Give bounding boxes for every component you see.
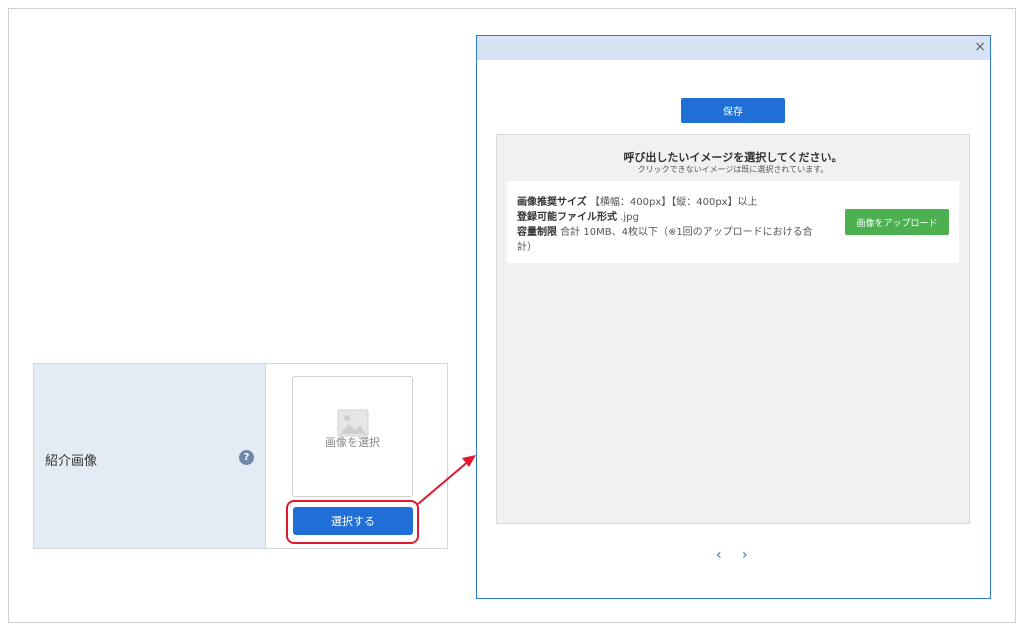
image-select-modal: × 保存 呼び出したいイメージを選択してください。 クリックできないイメージは既…	[476, 35, 991, 599]
field-label-cell: 紹介画像 ?	[34, 364, 266, 548]
gallery-title: 呼び出したいイメージを選択してください。	[623, 151, 843, 164]
save-button[interactable]: 保存	[681, 98, 785, 123]
size-info: 画像推奨サイズ 【横幅：400px】【縦：400px】以上	[517, 193, 758, 208]
intro-image-form-row: 紹介画像 ? 画像を選択 選択する	[33, 363, 448, 549]
format-value: .jpg	[620, 212, 639, 223]
chevron-right-icon[interactable]: ›	[742, 547, 748, 563]
image-placeholder-icon	[337, 409, 369, 437]
gallery-subtitle: クリックできないイメージは既に選択されています。	[637, 165, 829, 174]
size-value: 【横幅：400px】【縦：400px】以上	[589, 197, 758, 208]
help-icon[interactable]: ?	[239, 450, 254, 465]
close-icon[interactable]: ×	[974, 38, 986, 56]
limit-label: 容量制限	[517, 227, 557, 238]
image-preview-box[interactable]: 画像を選択	[292, 376, 413, 497]
limit-value-line2: 計）	[517, 242, 537, 253]
image-placeholder-text: 画像を選択	[325, 436, 380, 449]
limit-value-line1: 合計 10MB、4枚以下（※1回のアップロードにおける合	[560, 227, 813, 238]
image-gallery: 呼び出したいイメージを選択してください。 クリックできないイメージは既に選択され…	[496, 134, 970, 524]
select-button[interactable]: 選択する	[293, 507, 413, 535]
limit-info: 容量制限 合計 10MB、4枚以下（※1回のアップロードにおける合	[517, 223, 813, 238]
format-label: 登録可能ファイル形式	[517, 212, 617, 223]
upload-info-card: 画像推奨サイズ 【横幅：400px】【縦：400px】以上 登録可能ファイル形式…	[507, 181, 959, 263]
upload-image-button[interactable]: 画像をアップロード	[845, 209, 949, 235]
size-label: 画像推奨サイズ	[517, 197, 587, 208]
chevron-left-icon[interactable]: ‹	[716, 547, 722, 563]
field-label: 紹介画像	[45, 454, 98, 469]
format-info: 登録可能ファイル形式 .jpg	[517, 208, 639, 223]
modal-header: ×	[477, 36, 990, 60]
